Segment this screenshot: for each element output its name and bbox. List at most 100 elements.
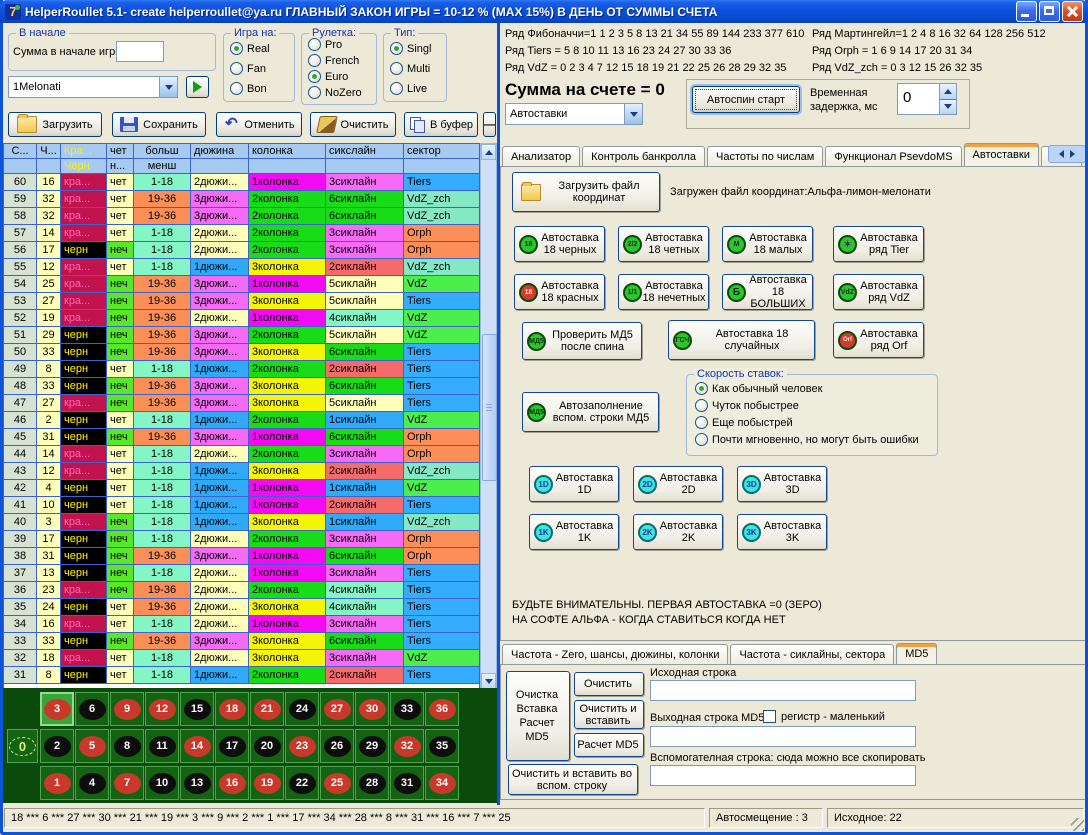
col-header-sector[interactable]: сектор — [404, 144, 479, 159]
radio-speed-instant[interactable]: Почти мгновенно, но могут быть ошибки — [695, 433, 919, 446]
radio-pro[interactable]: Pro — [308, 38, 342, 51]
table-row[interactable]: 5512кра...чет1-181дюжи...3колонка2сиклай… — [4, 259, 479, 276]
board-number-23[interactable]: 23 — [285, 729, 319, 763]
tab-autostavki[interactable]: Автоставки — [964, 143, 1039, 166]
mode-combo[interactable]: Автоставки — [505, 103, 643, 125]
board-number-7[interactable]: 7 — [110, 766, 144, 800]
radio-real[interactable]: Real — [230, 42, 270, 55]
col-header-parity[interactable]: чет — [107, 144, 134, 159]
board-number-14[interactable]: 14 — [180, 729, 214, 763]
table-row[interactable]: 5932кра...чет19-363дюжи...2колонка6сикла… — [4, 191, 479, 208]
table-row[interactable]: 424чернчет1-181дюжи...1колонка1сиклайнVd… — [4, 480, 479, 497]
minimize-button[interactable] — [1016, 1, 1037, 22]
board-number-18[interactable]: 18 — [215, 692, 249, 726]
resize-grip[interactable] — [1071, 818, 1084, 831]
autospin-start-button[interactable]: Автоспин старт — [692, 86, 800, 113]
board-number-12[interactable]: 12 — [145, 692, 179, 726]
board-number-30[interactable]: 30 — [355, 692, 389, 726]
spinner-down-button[interactable] — [940, 100, 956, 115]
radio-speed-faster[interactable]: Чуток побыстрее — [695, 399, 799, 412]
table-row[interactable]: 3218кра...чет1-182дюжи...3колонка3сиклай… — [4, 650, 479, 667]
md5-clear-paste-aux-button[interactable]: Очистить и вставить во вспом. строку — [508, 764, 638, 795]
board-number-22[interactable]: 22 — [285, 766, 319, 800]
board-number-5[interactable]: 5 — [75, 729, 109, 763]
board-number-19[interactable]: 19 — [250, 766, 284, 800]
board-number-9[interactable]: 9 — [110, 692, 144, 726]
table-row[interactable]: 3623кра...неч19-362дюжи...2колонка4сикла… — [4, 582, 479, 599]
clear-button[interactable]: Очистить — [310, 112, 396, 137]
board-number-16[interactable]: 16 — [215, 766, 249, 800]
table-row[interactable]: 5832кра...чет19-363дюжи...2колонка6сикла… — [4, 208, 479, 225]
table-row[interactable]: 5033черннеч19-363дюжи...3колонка6сиклайн… — [4, 344, 479, 361]
tab-bankroll[interactable]: Контроль банкролла — [582, 146, 705, 166]
load-coords-button[interactable]: Загрузить файл координат — [512, 172, 660, 212]
scroll-down-button[interactable] — [481, 673, 496, 689]
table-row[interactable]: 3713черннеч1-182дюжи...1колонка3сиклайнT… — [4, 565, 479, 582]
board-number-17[interactable]: 17 — [215, 729, 249, 763]
autobet-18-even-button[interactable]: 2/2 Автоставка 18 четных — [618, 226, 709, 262]
radio-multi[interactable]: Multi — [390, 62, 430, 75]
board-number-32[interactable]: 32 — [390, 729, 424, 763]
board-number-31[interactable]: 31 — [390, 766, 424, 800]
table-row[interactable]: 3917черннеч1-182дюжи...2колонка3сиклайнO… — [4, 531, 479, 548]
col-header-sixline[interactable]: сикслайн — [326, 144, 404, 159]
register-checkbox[interactable] — [763, 710, 776, 723]
table-row[interactable]: 5327кра...неч19-363дюжи...3колонка5сикла… — [4, 293, 479, 310]
spinner-up-button[interactable] — [940, 84, 956, 100]
board-number-36[interactable]: 36 — [425, 692, 459, 726]
radio-live[interactable]: Live — [390, 82, 427, 95]
col-header-range[interactable]: больш — [134, 144, 191, 159]
board-number-3[interactable]: 3 — [40, 692, 74, 726]
table-row[interactable]: 3831черннеч19-363дюжи...1колонка6сиклайн… — [4, 548, 479, 565]
tab-frequencies[interactable]: Частоты по числам — [707, 146, 823, 166]
radio-singl[interactable]: Singl — [390, 42, 431, 55]
board-number-15[interactable]: 15 — [180, 692, 214, 726]
tab-scroll-buttons[interactable] — [1048, 145, 1086, 163]
profile-combo[interactable]: 1Melonati — [8, 76, 178, 98]
table-row[interactable]: 318чернчет1-181дюжи...2колонка2сиклайнTi… — [4, 667, 479, 684]
md5-clear-paste-button[interactable]: Очистить и вставить — [574, 700, 644, 729]
col-header-spin[interactable]: С... — [4, 144, 37, 159]
board-number-20[interactable]: 20 — [250, 729, 284, 763]
start-sum-input[interactable] — [116, 41, 164, 62]
md5-calc-button[interactable]: Расчет MD5 — [574, 733, 644, 757]
board-number-29[interactable]: 29 — [355, 729, 389, 763]
table-row[interactable]: 5425кра...неч19-363дюжи...1колонка5сикла… — [4, 276, 479, 293]
save-button[interactable]: Сохранить — [112, 112, 206, 137]
table-row[interactable]: 403кра...неч1-181дюжи...3колонка1сиклайн… — [4, 514, 479, 531]
scroll-up-button[interactable] — [481, 144, 496, 160]
col-header-color[interactable]: Кра... — [61, 144, 107, 159]
autobet-18-random-button[interactable]: ГСЧ Автоставка 18 случайных — [668, 320, 815, 360]
load-button[interactable]: Загрузить — [8, 112, 102, 137]
register-checkbox-row[interactable]: регистр - маленький — [763, 710, 885, 723]
radio-euro[interactable]: Euro — [308, 70, 348, 83]
autobet-2d-button[interactable]: 2D Автоставка 2D — [633, 466, 723, 502]
radio-speed-even-faster[interactable]: Еще побыстрей — [695, 416, 793, 429]
tab-freq-zero[interactable]: Частота - Zero, шансы, дюжины, колонки — [502, 644, 728, 664]
autobet-18-small-button[interactable]: M Автоставка 18 малых — [722, 226, 813, 262]
delay-spinner[interactable]: 0 — [897, 83, 957, 115]
tab-analizator[interactable]: Анализатор — [502, 146, 580, 166]
autobet-18-black-button[interactable]: 18 Автоставка 18 черных — [514, 226, 605, 262]
autobet-18-odd-button[interactable]: 1/1 Автоставка 18 нечетных — [618, 274, 709, 310]
board-number-4[interactable]: 4 — [75, 766, 109, 800]
md5-combo-button[interactable]: Очистка Вставка Расчет MD5 — [506, 671, 570, 761]
board-number-13[interactable]: 13 — [180, 766, 214, 800]
tab-psevdoms[interactable]: Функционал PsevdoMS — [825, 146, 961, 166]
tab-md5-bottom[interactable]: MD5 — [896, 643, 937, 664]
maximize-button[interactable] — [1039, 1, 1060, 22]
autobet-2k-button[interactable]: 2K Автоставка 2K — [633, 514, 723, 550]
table-row[interactable]: 4531черннеч19-363дюжи...1колонка6сиклайн… — [4, 429, 479, 446]
board-number-6[interactable]: 6 — [75, 692, 109, 726]
table-row[interactable]: 462чернчет1-181дюжи...2колонка1сиклайнVd… — [4, 412, 479, 429]
md5-source-input[interactable] — [650, 680, 916, 701]
md5-out-input[interactable] — [650, 726, 916, 747]
table-row[interactable]: 4110чернчет1-181дюжи...1колонка2сиклайнT… — [4, 497, 479, 514]
combo-dropdown-button[interactable] — [159, 77, 177, 97]
board-number-26[interactable]: 26 — [320, 729, 354, 763]
board-number-35[interactable]: 35 — [425, 729, 459, 763]
radio-bon[interactable]: Bon — [230, 82, 267, 95]
autobet-18-big-button[interactable]: Б Автоставка 18 БОЛЬШИХ — [722, 274, 813, 310]
board-number-2[interactable]: 2 — [40, 729, 74, 763]
col-header-dozen[interactable]: дюжина — [191, 144, 249, 159]
